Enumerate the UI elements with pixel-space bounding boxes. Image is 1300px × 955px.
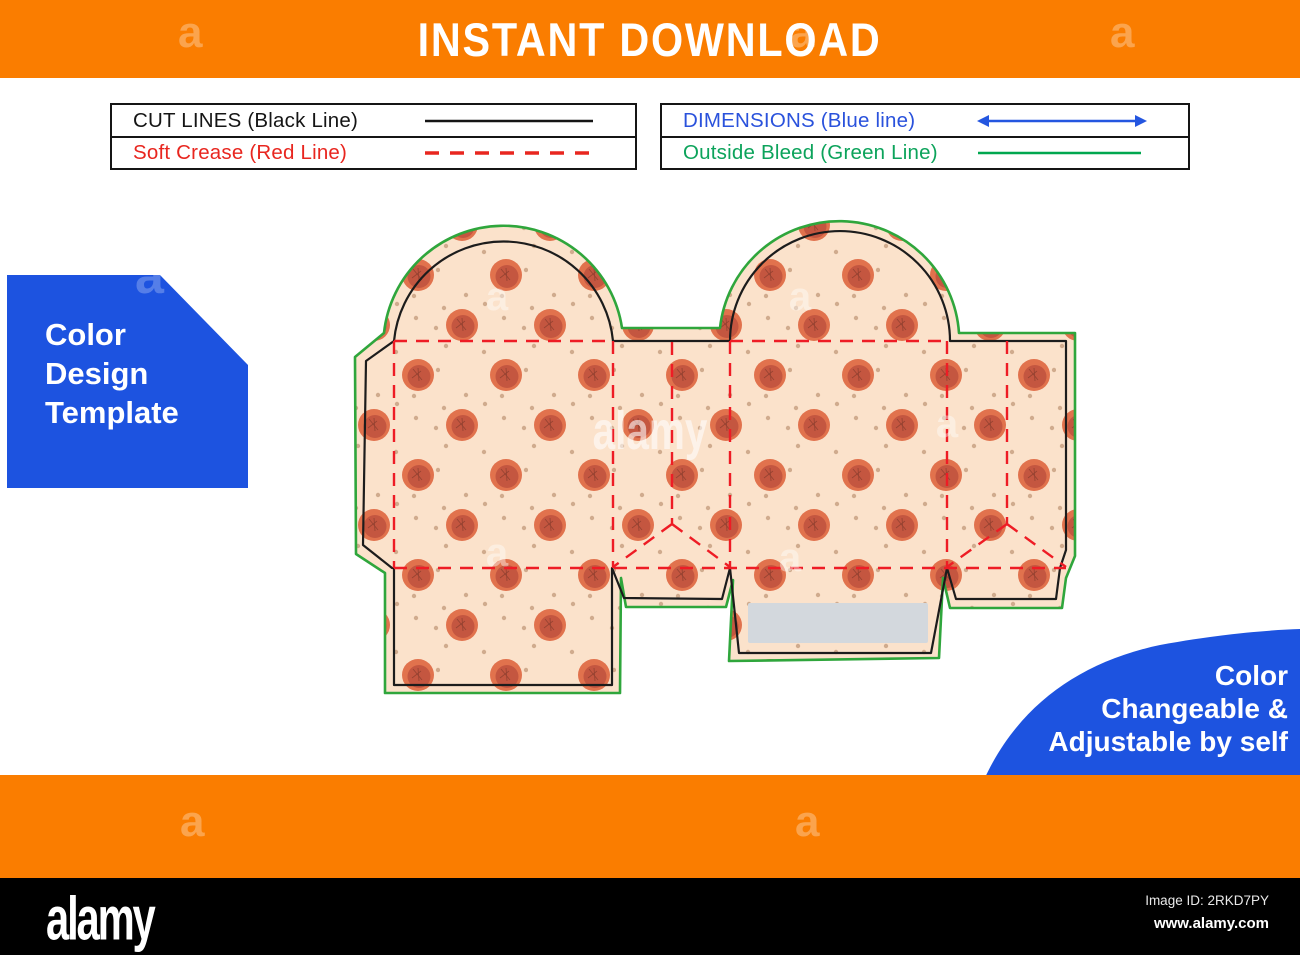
legend-cut-crease: CUT LINES (Black Line) Soft Crease (Red … — [110, 103, 637, 170]
right-badge-line: Color — [1214, 660, 1288, 691]
left-badge-line: Template — [45, 395, 179, 430]
legend-row-dimensions: DIMENSIONS (Blue line) — [662, 105, 1188, 136]
legend-label-soft-crease: Soft Crease (Red Line) — [133, 141, 348, 164]
a-watermark: a — [779, 536, 802, 580]
top-banner: INSTANT DOWNLOAD a a a — [0, 0, 1300, 78]
legend-row-soft-crease: Soft Crease (Red Line) — [112, 136, 635, 168]
arrowhead-left-icon — [977, 114, 989, 127]
bottom-banner: a a — [0, 775, 1300, 878]
legend-row-outside-bleed: Outside Bleed (Green Line) — [662, 136, 1188, 168]
a-watermark: a — [936, 402, 959, 446]
right-badge-line: Changeable & — [1101, 693, 1288, 724]
image-id-text: Image ID: 2RKD7PY — [1145, 893, 1269, 908]
cut-line-sample — [425, 119, 593, 122]
a-watermark: a — [486, 531, 509, 575]
a-watermark: a — [178, 8, 203, 57]
dimension-arrow-sample — [977, 114, 1147, 127]
stock-image-page: alamy a a a a a Color Changeable & Adjus… — [0, 0, 1300, 955]
a-watermark: a — [795, 797, 820, 846]
footer-bar: alamy Image ID: 2RKD7PY www.alamy.com — [0, 878, 1300, 955]
a-watermark: a — [486, 275, 509, 319]
alamy-logo: alamy — [46, 885, 156, 954]
legend-row-cut-lines: CUT LINES (Black Line) — [112, 105, 635, 136]
arrowhead-right-icon — [1135, 114, 1147, 127]
banner-title: INSTANT DOWNLOAD — [418, 12, 882, 66]
legend-dimensions-bleed: DIMENSIONS (Blue line) Outside Bleed (Gr… — [660, 103, 1190, 170]
legend-label-cut-lines: CUT LINES (Black Line) — [133, 108, 359, 132]
right-badge-line: Adjustable by self — [1048, 726, 1288, 757]
a-watermark: a — [180, 797, 205, 846]
alamy-watermark: alamy — [593, 401, 708, 461]
bleed-line-sample — [978, 151, 1141, 155]
left-badge-line: Design — [45, 356, 149, 391]
website-text: www.alamy.com — [1153, 915, 1269, 932]
a-watermark: a — [1110, 8, 1135, 57]
right-badge: Color Changeable & Adjustable by self — [1048, 659, 1288, 758]
crease-line-sample — [425, 151, 593, 155]
legend-label-outside-bleed: Outside Bleed (Green Line) — [683, 141, 938, 164]
legend-label-dimensions: DIMENSIONS (Blue line) — [683, 108, 916, 132]
a-watermark: a — [789, 275, 812, 319]
glue-area — [748, 603, 928, 643]
